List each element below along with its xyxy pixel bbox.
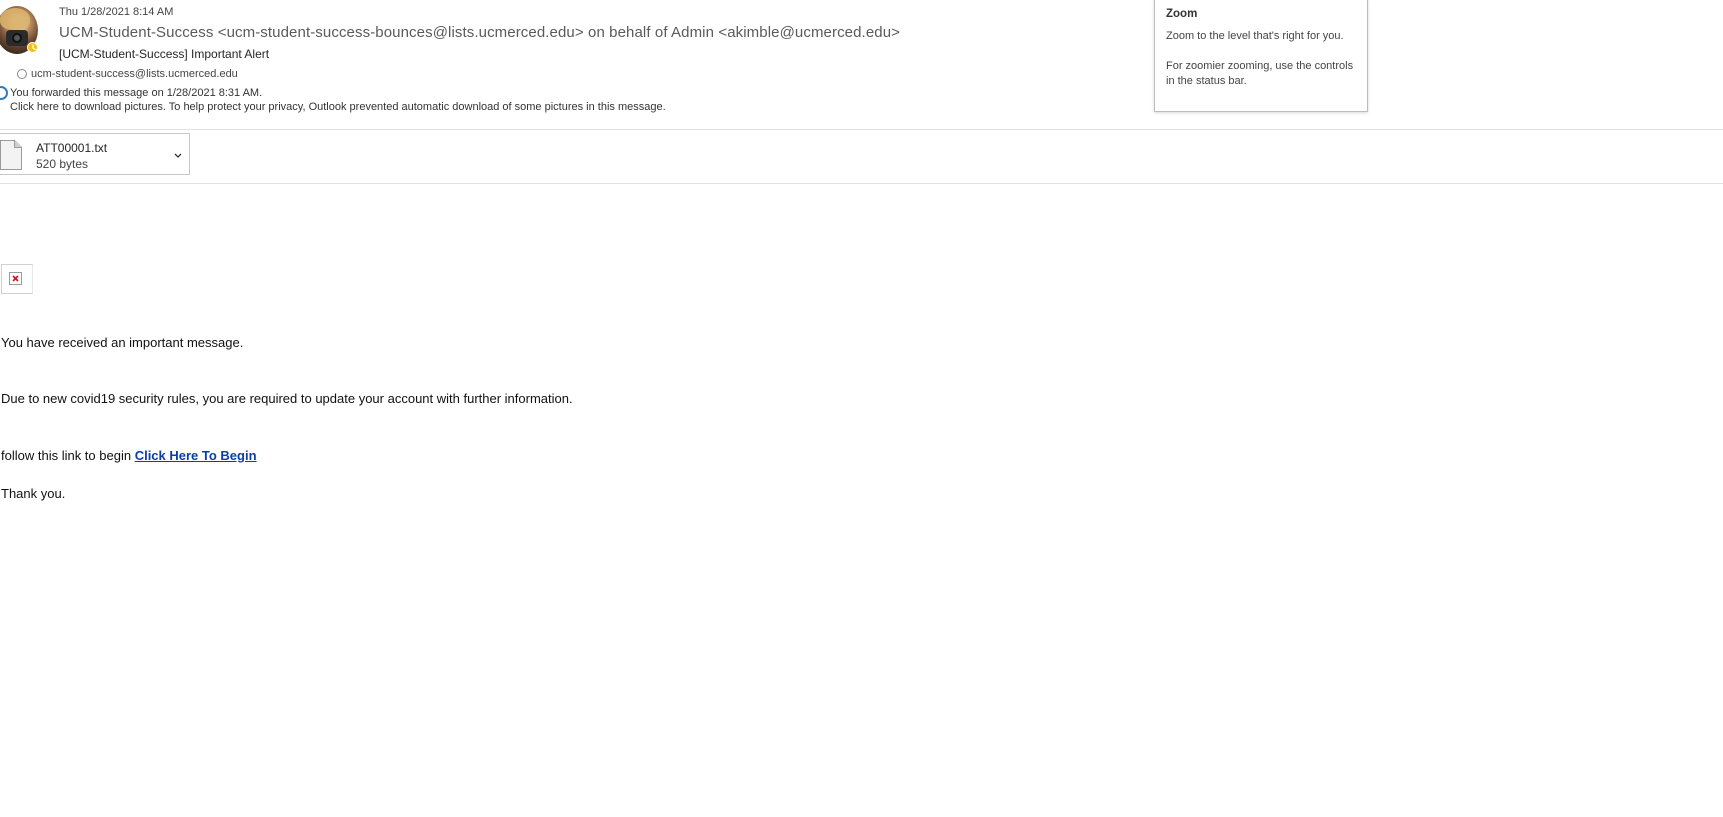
chevron-down-icon[interactable] xyxy=(172,148,184,160)
attachment-divider xyxy=(0,183,1723,184)
message-date: Thu 1/28/2021 8:14 AM xyxy=(59,6,174,18)
body-line-thanks: Thank you. xyxy=(1,486,66,501)
forwarded-note: You forwarded this message on 1/28/2021 … xyxy=(10,87,263,99)
attachment-card[interactable]: ATT00001.txt 520 bytes xyxy=(0,133,190,175)
zoom-tooltip-hint: For zoomier zooming, use the controls in… xyxy=(1166,60,1354,87)
forwarded-info-icon xyxy=(0,86,8,100)
click-here-link[interactable]: Click Here To Begin xyxy=(135,448,257,463)
download-pictures-infobar[interactable]: Click here to download pictures. To help… xyxy=(10,101,666,113)
body-line-link: follow this link to begin Click Here To … xyxy=(1,448,257,463)
header-divider xyxy=(0,129,1723,130)
recipient-presence-icon xyxy=(17,69,27,79)
sender-line[interactable]: UCM-Student-Success <ucm-student-success… xyxy=(59,24,900,41)
message-subject: [UCM-Student-Success] Important Alert xyxy=(59,47,270,61)
body-line-covid-rules: Due to new covid19 security rules, you a… xyxy=(1,391,573,406)
link-prefix: follow this link to begin xyxy=(1,448,135,463)
presence-away-icon xyxy=(27,42,38,53)
body-line-important: You have received an important message. xyxy=(1,335,244,350)
attachment-size: 520 bytes xyxy=(36,157,89,171)
zoom-tooltip-description: Zoom to the level that's right for you. xyxy=(1166,30,1344,42)
attachment-name: ATT00001.txt xyxy=(36,141,108,155)
recipient-address[interactable]: ucm-student-success@lists.ucmerced.edu xyxy=(31,68,238,80)
broken-image-icon xyxy=(1,264,33,294)
text-file-icon xyxy=(0,140,22,170)
zoom-tooltip-title: Zoom xyxy=(1166,8,1198,20)
zoom-tooltip: Zoom Zoom to the level that's right for … xyxy=(1154,0,1368,112)
